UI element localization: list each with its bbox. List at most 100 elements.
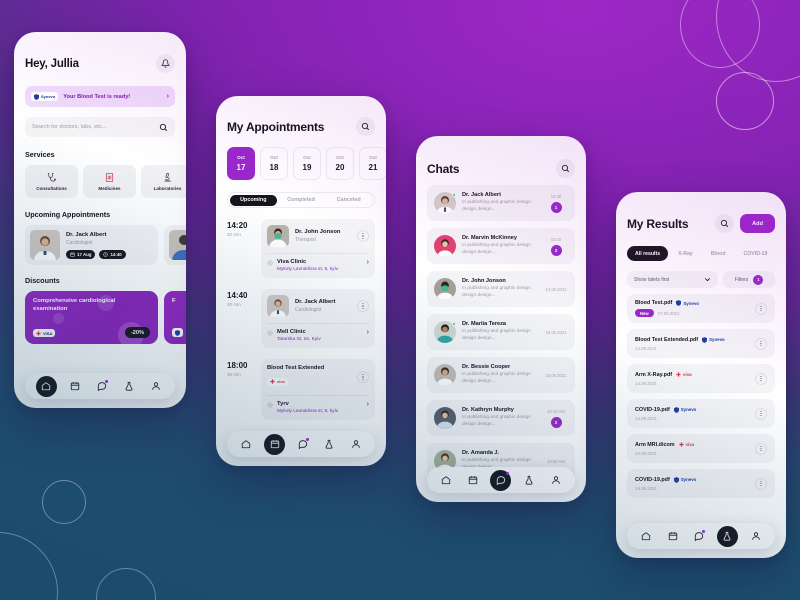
slot-time: 18:00 [227,361,248,370]
nav-calendar[interactable] [664,528,681,545]
pills-icon [105,173,114,182]
page-title: Hey, Jullia [25,57,79,70]
result-row[interactable]: COVID-19.pdf Synevo 14.09.2021 [627,469,775,498]
date-month: Oct [369,155,377,160]
bell-icon[interactable] [156,54,175,73]
more-options-icon[interactable] [357,371,369,383]
nav-calendar[interactable] [464,472,481,489]
nav-lab[interactable] [321,436,338,453]
nav-profile[interactable] [747,528,764,545]
tab-canceled[interactable]: Canceled [325,195,373,206]
appointment-slot: 14:40 30 min Dr. Jack Albert Cardiologis… [227,289,375,348]
search-input[interactable]: Search for doctors, labs, etc... [25,117,175,137]
chat-list-item[interactable]: Dr. Mariia Tereza In publishing and grap… [427,314,575,350]
result-row[interactable]: Blood Test Extended.pdf Synevo 14.09.202… [627,329,775,358]
add-result-button[interactable]: Add [740,214,775,233]
nav-chat[interactable] [294,436,311,453]
chat-list-item[interactable]: Dr. Marvin McKinney In publishing and gr… [427,228,575,264]
date-chip-18[interactable]: Oct 18 [260,147,288,180]
appointment-doctor-name: Dr. Jack Albert [66,231,107,238]
more-options-icon[interactable] [755,407,767,420]
slot-clinic-address: Mykoly Lavrukhina st, 6, kyiv [277,267,339,272]
profile-icon [752,532,760,540]
slot-card[interactable]: Blood Test Extended viva Tyrv Mykoly Lav… [261,359,375,420]
nav-calendar[interactable] [264,433,286,455]
search-icon[interactable] [715,214,735,233]
more-options-icon[interactable] [755,477,767,490]
result-row[interactable]: Blood Test.pdf Synevo New 27.09.2021 [627,294,775,323]
nav-calendar[interactable] [67,378,84,395]
chevron-right-icon[interactable]: › [367,329,369,336]
date-chip-20[interactable]: Oct 20 [326,147,354,180]
appointment-slot: 14:20 30 min Dr. John Jonson Therapist V… [227,219,375,278]
appointment-card-next[interactable] [164,225,186,265]
slot-clinic-address: Tatarska St, 2e, Kyiv [277,337,321,342]
slot-card[interactable]: Dr. Jack Albert Cardiologist Mell Clinic… [261,289,375,348]
tab-all-results[interactable]: All results [627,246,669,261]
nav-profile[interactable] [547,472,564,489]
home-header: Hey, Jullia [25,32,175,73]
discounts-carousel[interactable]: Comprehensive cardiological examination … [25,291,186,344]
filters-button[interactable]: Filters 1 [723,271,775,288]
more-options-icon[interactable] [755,302,767,315]
chevron-right-icon[interactable]: › [367,401,369,408]
service-consultations[interactable]: Consultations [25,165,78,198]
discount-card-next[interactable]: F [164,291,186,344]
tab-blood[interactable]: Blood [703,246,734,261]
more-options-icon[interactable] [357,230,369,242]
date-chip-17[interactable]: Oct 17 [227,147,255,180]
service-laboratories[interactable]: Laboratories [141,165,186,198]
nav-profile[interactable] [147,378,164,395]
lab-label: viva [683,372,692,377]
upcoming-appointments-carousel[interactable]: Dr. Jack Albert Cardiologist 17 Aug 14:4… [25,225,186,265]
chevron-right-icon[interactable]: › [367,259,369,266]
chat-badge-dot [105,379,109,383]
service-label: Laboratories [153,186,182,191]
slot-card[interactable]: Dr. John Jonson Therapist Viva Clinic My… [261,219,375,278]
nav-chat[interactable] [690,528,707,545]
tab-completed[interactable]: Completed [277,195,325,206]
chat-list-item[interactable]: Dr. Kathryn Murphy In publishing and gra… [427,400,575,436]
appointment-time: 14:40 [110,251,122,257]
nav-lab[interactable] [521,472,538,489]
nav-chat[interactable] [490,469,512,491]
search-icon [159,123,167,131]
blood-test-banner[interactable]: Synevo Your Blood Test is ready! › [25,86,175,107]
more-options-icon[interactable] [755,337,767,350]
nav-home[interactable] [238,436,255,453]
chat-list: Dr. Jack Albert In publishing and graphi… [427,185,575,479]
avatar [434,278,456,300]
tab-covid19[interactable]: COVID-19 [736,246,776,261]
more-options-icon[interactable] [755,372,767,385]
nav-profile[interactable] [347,436,364,453]
result-row[interactable]: COVID-19.pdf Synevo 14.09.2021 [627,399,775,428]
nav-chat[interactable] [93,378,110,395]
result-row[interactable]: Arm X-Ray.pdf viva 14.09.2021 [627,364,775,393]
results-category-tabs: All results X-Ray Blood COVID-19 [627,246,775,261]
tab-xray[interactable]: X-Ray [670,246,701,261]
nav-lab[interactable] [716,525,738,547]
nav-home[interactable] [438,472,455,489]
search-icon[interactable] [356,117,375,136]
sort-dropdown[interactable]: Show latets first [627,271,718,288]
more-options-icon[interactable] [357,300,369,312]
appointment-card[interactable]: Dr. Jack Albert Cardiologist 17 Aug 14:4… [25,225,158,265]
result-row[interactable]: Arm MRI.dicom viva 10.06.2021 [627,434,775,463]
service-medicines[interactable]: Medicines [83,165,136,198]
date-day: 18 [269,163,279,172]
nav-lab[interactable] [120,378,137,395]
nav-home[interactable] [35,375,57,397]
date-strip[interactable]: Oct 17 Oct 18 Oct 19 Oct 20 Oct 21 [227,147,386,180]
date-chip-19[interactable]: Oct 19 [293,147,321,180]
nav-home[interactable] [638,528,655,545]
more-options-icon[interactable] [755,442,767,455]
tab-upcoming[interactable]: Upcoming [229,194,278,206]
date-chip-21[interactable]: Oct 21 [359,147,386,180]
search-icon[interactable] [556,159,575,178]
chat-list-item[interactable]: Dr. Jack Albert In publishing and graphi… [427,185,575,221]
chat-list-item[interactable]: Dr. John Jonson In publishing and graphi… [427,271,575,307]
chat-list-item[interactable]: Dr. Bessie Cooper In publishing and grap… [427,357,575,393]
discount-card[interactable]: Comprehensive cardiological examination … [25,291,158,344]
appointment-date-pill: 17 Aug [66,249,96,259]
result-file-name: COVID-19.pdf [635,406,670,413]
